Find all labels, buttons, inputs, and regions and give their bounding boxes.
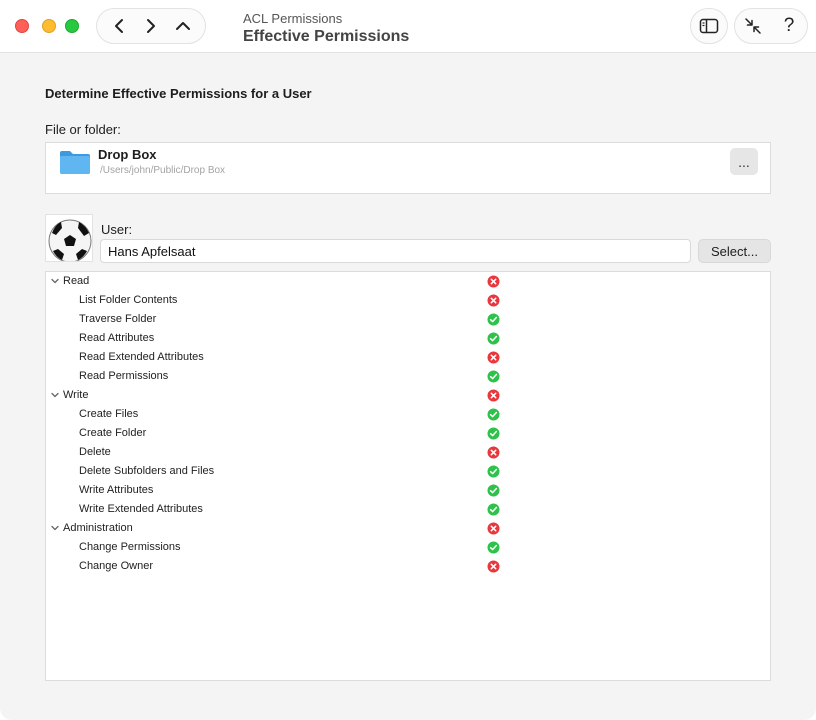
permission-label: Write Extended Attributes <box>79 503 203 515</box>
disclosure-chevron-icon[interactable] <box>50 276 60 286</box>
permission-row[interactable]: List Folder Contents <box>46 291 770 310</box>
permission-group-row[interactable]: Read <box>46 272 770 291</box>
denied-x-icon <box>487 389 500 402</box>
permission-label: Read <box>63 275 90 287</box>
file-name: Drop Box <box>98 147 157 162</box>
allowed-check-icon <box>487 465 500 478</box>
permission-label: Administration <box>63 522 133 534</box>
chevron-up-icon <box>176 22 190 30</box>
permissions-list: Read List Folder Contents Traverse Folder R… <box>45 271 771 681</box>
allowed-check-icon <box>487 484 500 497</box>
toolbar-right-group: ? <box>734 8 808 44</box>
permission-label: Traverse Folder <box>79 313 157 325</box>
permission-row[interactable]: Read Attributes <box>46 329 770 348</box>
permission-label: Read Attributes <box>79 332 155 344</box>
file-or-folder-label: File or folder: <box>45 122 121 137</box>
folder-icon <box>60 151 90 174</box>
help-button[interactable]: ? <box>776 13 802 39</box>
forward-button[interactable] <box>138 13 164 39</box>
permission-label: Write Attributes <box>79 484 154 496</box>
permission-label: List Folder Contents <box>79 294 178 306</box>
chevron-right-icon <box>147 19 155 33</box>
permission-label: Delete Subfolders and Files <box>79 465 215 477</box>
permission-label: Delete <box>79 446 111 458</box>
app-window: ACL Permissions Effective Permissions ? … <box>0 0 816 720</box>
select-user-button[interactable]: Select... <box>698 239 771 263</box>
denied-x-icon <box>487 351 500 364</box>
chevron-left-icon <box>115 19 123 33</box>
file-path: /Users/john/Public/Drop Box <box>100 165 226 176</box>
permission-row[interactable]: Read Permissions <box>46 367 770 386</box>
minimize-window-button[interactable] <box>42 19 56 33</box>
file-selection-box: Drop Box /Users/john/Public/Drop Box ... <box>45 142 771 194</box>
permission-label: Read Extended Attributes <box>79 351 204 363</box>
window-subtitle: ACL Permissions <box>243 11 343 26</box>
permission-row[interactable]: Delete Subfolders and Files <box>46 462 770 481</box>
permission-row[interactable]: Delete <box>46 443 770 462</box>
sidebar-toggle-button[interactable] <box>690 8 728 44</box>
denied-x-icon <box>487 560 500 573</box>
permission-row[interactable]: Write Attributes <box>46 481 770 500</box>
permission-row[interactable]: Write Extended Attributes <box>46 500 770 519</box>
soccer-ball-icon <box>48 219 92 261</box>
allowed-check-icon <box>487 332 500 345</box>
disclosure-chevron-icon[interactable] <box>50 523 60 533</box>
avatar <box>45 214 93 262</box>
permission-label: Read Permissions <box>79 370 169 382</box>
user-label: User: <box>101 222 133 237</box>
permission-row[interactable]: Create Files <box>46 405 770 424</box>
collapse-button[interactable] <box>740 13 766 39</box>
permission-row[interactable]: Traverse Folder <box>46 310 770 329</box>
sidebar-icon <box>699 18 719 34</box>
title-bar: ACL Permissions Effective Permissions ? <box>0 0 816 53</box>
allowed-check-icon <box>487 427 500 440</box>
disclosure-chevron-icon[interactable] <box>50 390 60 400</box>
allowed-check-icon <box>487 313 500 326</box>
permission-label: Change Permissions <box>79 541 181 553</box>
allowed-check-icon <box>487 503 500 516</box>
collapse-arrows-icon <box>745 18 761 34</box>
window-title: Effective Permissions <box>243 28 410 45</box>
user-field[interactable]: Hans Apfelsaat <box>100 239 691 263</box>
denied-x-icon <box>487 446 500 459</box>
back-button[interactable] <box>106 13 132 39</box>
permission-label: Create Files <box>79 408 139 420</box>
permission-group-row[interactable]: Administration <box>46 519 770 538</box>
permission-label: Write <box>63 389 89 401</box>
zoom-window-button[interactable] <box>65 19 79 33</box>
question-mark-icon: ? <box>783 15 795 36</box>
denied-x-icon <box>487 522 500 535</box>
close-window-button[interactable] <box>15 19 29 33</box>
permission-group-row[interactable]: Write <box>46 386 770 405</box>
permission-row[interactable]: Change Permissions <box>46 538 770 557</box>
choose-file-button[interactable]: ... <box>730 148 758 175</box>
up-button[interactable] <box>170 13 196 39</box>
section-title: Determine Effective Permissions for a Us… <box>45 86 312 101</box>
navigation-group <box>96 8 206 44</box>
permission-row[interactable]: Read Extended Attributes <box>46 348 770 367</box>
permission-label: Create Folder <box>79 427 147 439</box>
permission-row[interactable]: Create Folder <box>46 424 770 443</box>
permission-row[interactable]: Change Owner <box>46 557 770 576</box>
denied-x-icon <box>487 275 500 288</box>
denied-x-icon <box>487 294 500 307</box>
allowed-check-icon <box>487 370 500 383</box>
allowed-check-icon <box>487 408 500 421</box>
allowed-check-icon <box>487 541 500 554</box>
permission-label: Change Owner <box>79 560 153 572</box>
